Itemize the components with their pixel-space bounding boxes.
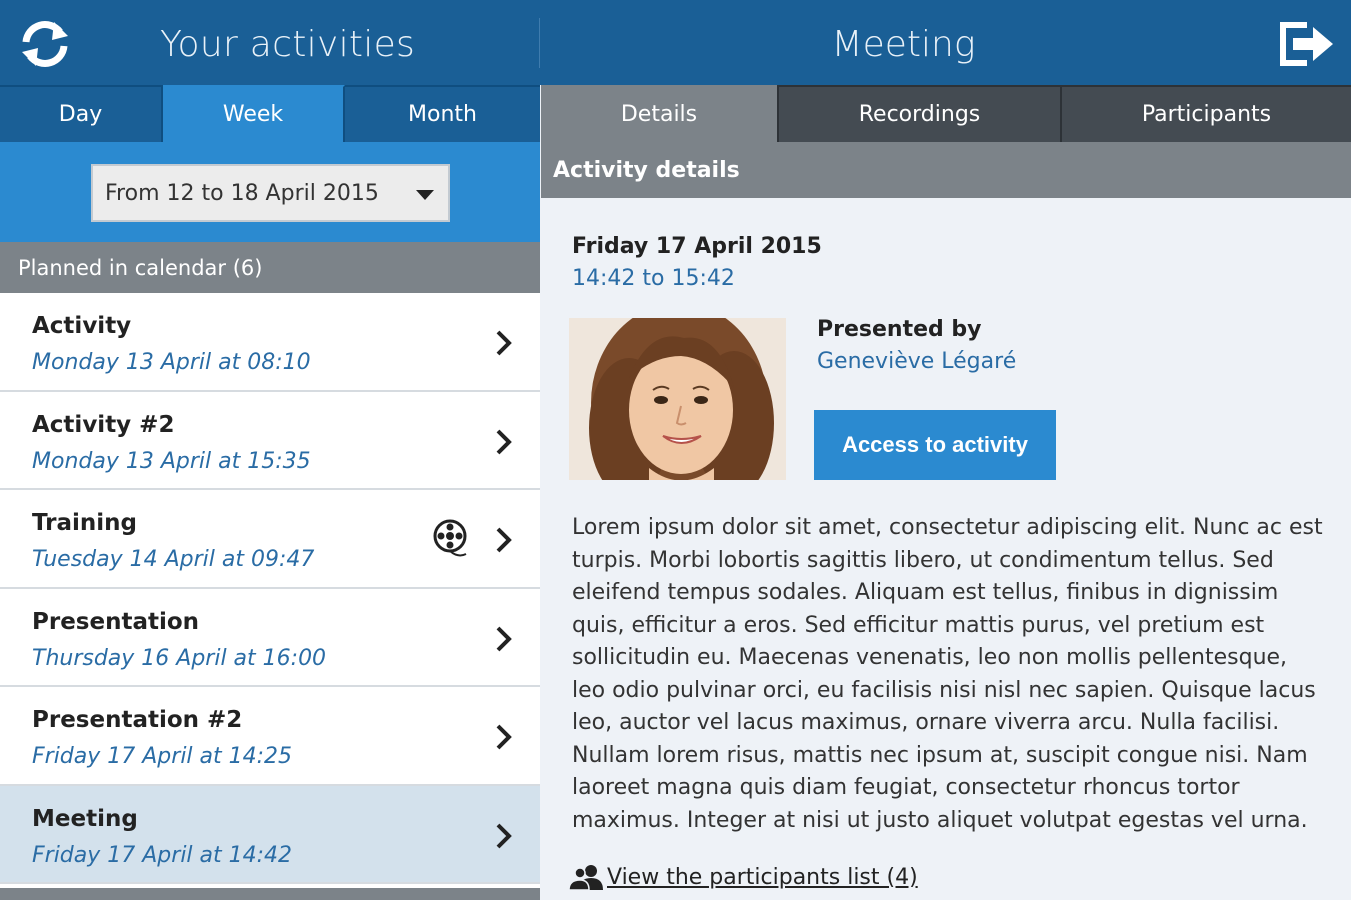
activity-date: Thursday 16 April at 16:00 xyxy=(32,645,327,671)
participants-list-link[interactable]: View the participants list (4) xyxy=(569,864,918,890)
activity-title: Presentation xyxy=(32,608,200,635)
logout-button[interactable] xyxy=(1275,16,1337,72)
activity-list: Activity Monday 13 April at 08:10 Activi… xyxy=(0,293,540,884)
list-footer-strip xyxy=(0,888,540,900)
presented-by-label: Presented by xyxy=(817,317,982,342)
chevron-down-icon xyxy=(416,190,434,200)
access-activity-button[interactable]: Access to activity xyxy=(814,410,1056,480)
tab-recordings[interactable]: Recordings xyxy=(777,85,1060,142)
activity-date: Friday 17 April at 14:42 xyxy=(32,842,293,868)
activity-title: Presentation #2 xyxy=(32,707,243,733)
film-reel-icon xyxy=(433,519,467,557)
range-bar: From 12 to 18 April 2015 xyxy=(0,142,540,242)
chevron-right-icon xyxy=(496,626,512,651)
date-range-dropdown[interactable]: From 12 to 18 April 2015 xyxy=(91,164,450,222)
list-item-meeting[interactable]: Meeting Friday 17 April at 14:42 xyxy=(0,785,540,884)
tab-participants[interactable]: Participants xyxy=(1060,85,1351,142)
activity-date-heading: Friday 17 April 2015 xyxy=(572,234,822,259)
activity-title: Activity #2 xyxy=(32,411,175,438)
header-divider xyxy=(539,18,540,68)
activity-title: Training xyxy=(32,510,138,536)
participants-link-text: View the participants list (4) xyxy=(607,864,918,890)
detail-tabs: Details Recordings Participants xyxy=(541,85,1351,142)
refresh-button[interactable] xyxy=(14,14,76,74)
chevron-right-icon xyxy=(496,527,512,553)
activities-title: Your activities xyxy=(160,24,416,65)
activity-date: Friday 17 April at 14:25 xyxy=(32,744,293,769)
logout-icon xyxy=(1280,22,1333,66)
top-bar: Your activities Meeting xyxy=(0,0,1351,85)
list-item-training[interactable]: Training Tuesday 14 April at 09:47 xyxy=(0,490,540,589)
activity-date: Tuesday 14 April at 09:47 xyxy=(32,547,315,572)
activity-title: Activity xyxy=(32,313,132,339)
list-item-presentation[interactable]: Presentation Thursday 16 April at 16:00 xyxy=(0,588,540,687)
date-range-value: From 12 to 18 April 2015 xyxy=(105,180,379,206)
refresh-icon xyxy=(22,21,68,67)
list-item-presentation-2[interactable]: Presentation #2 Friday 17 April at 14:25 xyxy=(0,687,540,786)
tab-month[interactable]: Month xyxy=(345,85,540,142)
presenter-photo xyxy=(569,318,786,480)
activity-date: Monday 13 April at 08:10 xyxy=(32,350,311,375)
chevron-right-icon xyxy=(496,724,512,750)
activity-details-header: Activity details xyxy=(541,142,1351,198)
activity-time-range: 14:42 to 15:42 xyxy=(572,266,735,291)
tab-details[interactable]: Details xyxy=(541,85,777,142)
tab-day[interactable]: Day xyxy=(0,85,163,142)
chevron-right-icon xyxy=(496,823,512,848)
participants-icon xyxy=(569,865,603,890)
chevron-right-icon xyxy=(496,429,512,454)
activity-date: Monday 13 April at 15:35 xyxy=(32,448,311,474)
chevron-right-icon xyxy=(496,330,512,356)
presenter-name[interactable]: Geneviève Légaré xyxy=(817,349,1016,374)
details-panel: Details Recordings Participants Activity… xyxy=(541,85,1351,900)
period-tabs: Day Week Month xyxy=(0,85,540,142)
tab-week[interactable]: Week xyxy=(163,85,345,142)
activity-title: Meeting xyxy=(32,805,138,832)
meeting-title: Meeting xyxy=(831,24,976,65)
list-item-activity-2[interactable]: Activity #2 Monday 13 April at 15:35 xyxy=(0,391,540,490)
list-item-activity[interactable]: Activity Monday 13 April at 08:10 xyxy=(0,293,540,392)
activity-description: Lorem ipsum dolor sit amet, consectetur … xyxy=(572,515,1323,833)
calendar-header: Planned in calendar (6) xyxy=(0,242,540,293)
activities-panel: Day Week Month From 12 to 18 April 2015 … xyxy=(0,85,540,900)
